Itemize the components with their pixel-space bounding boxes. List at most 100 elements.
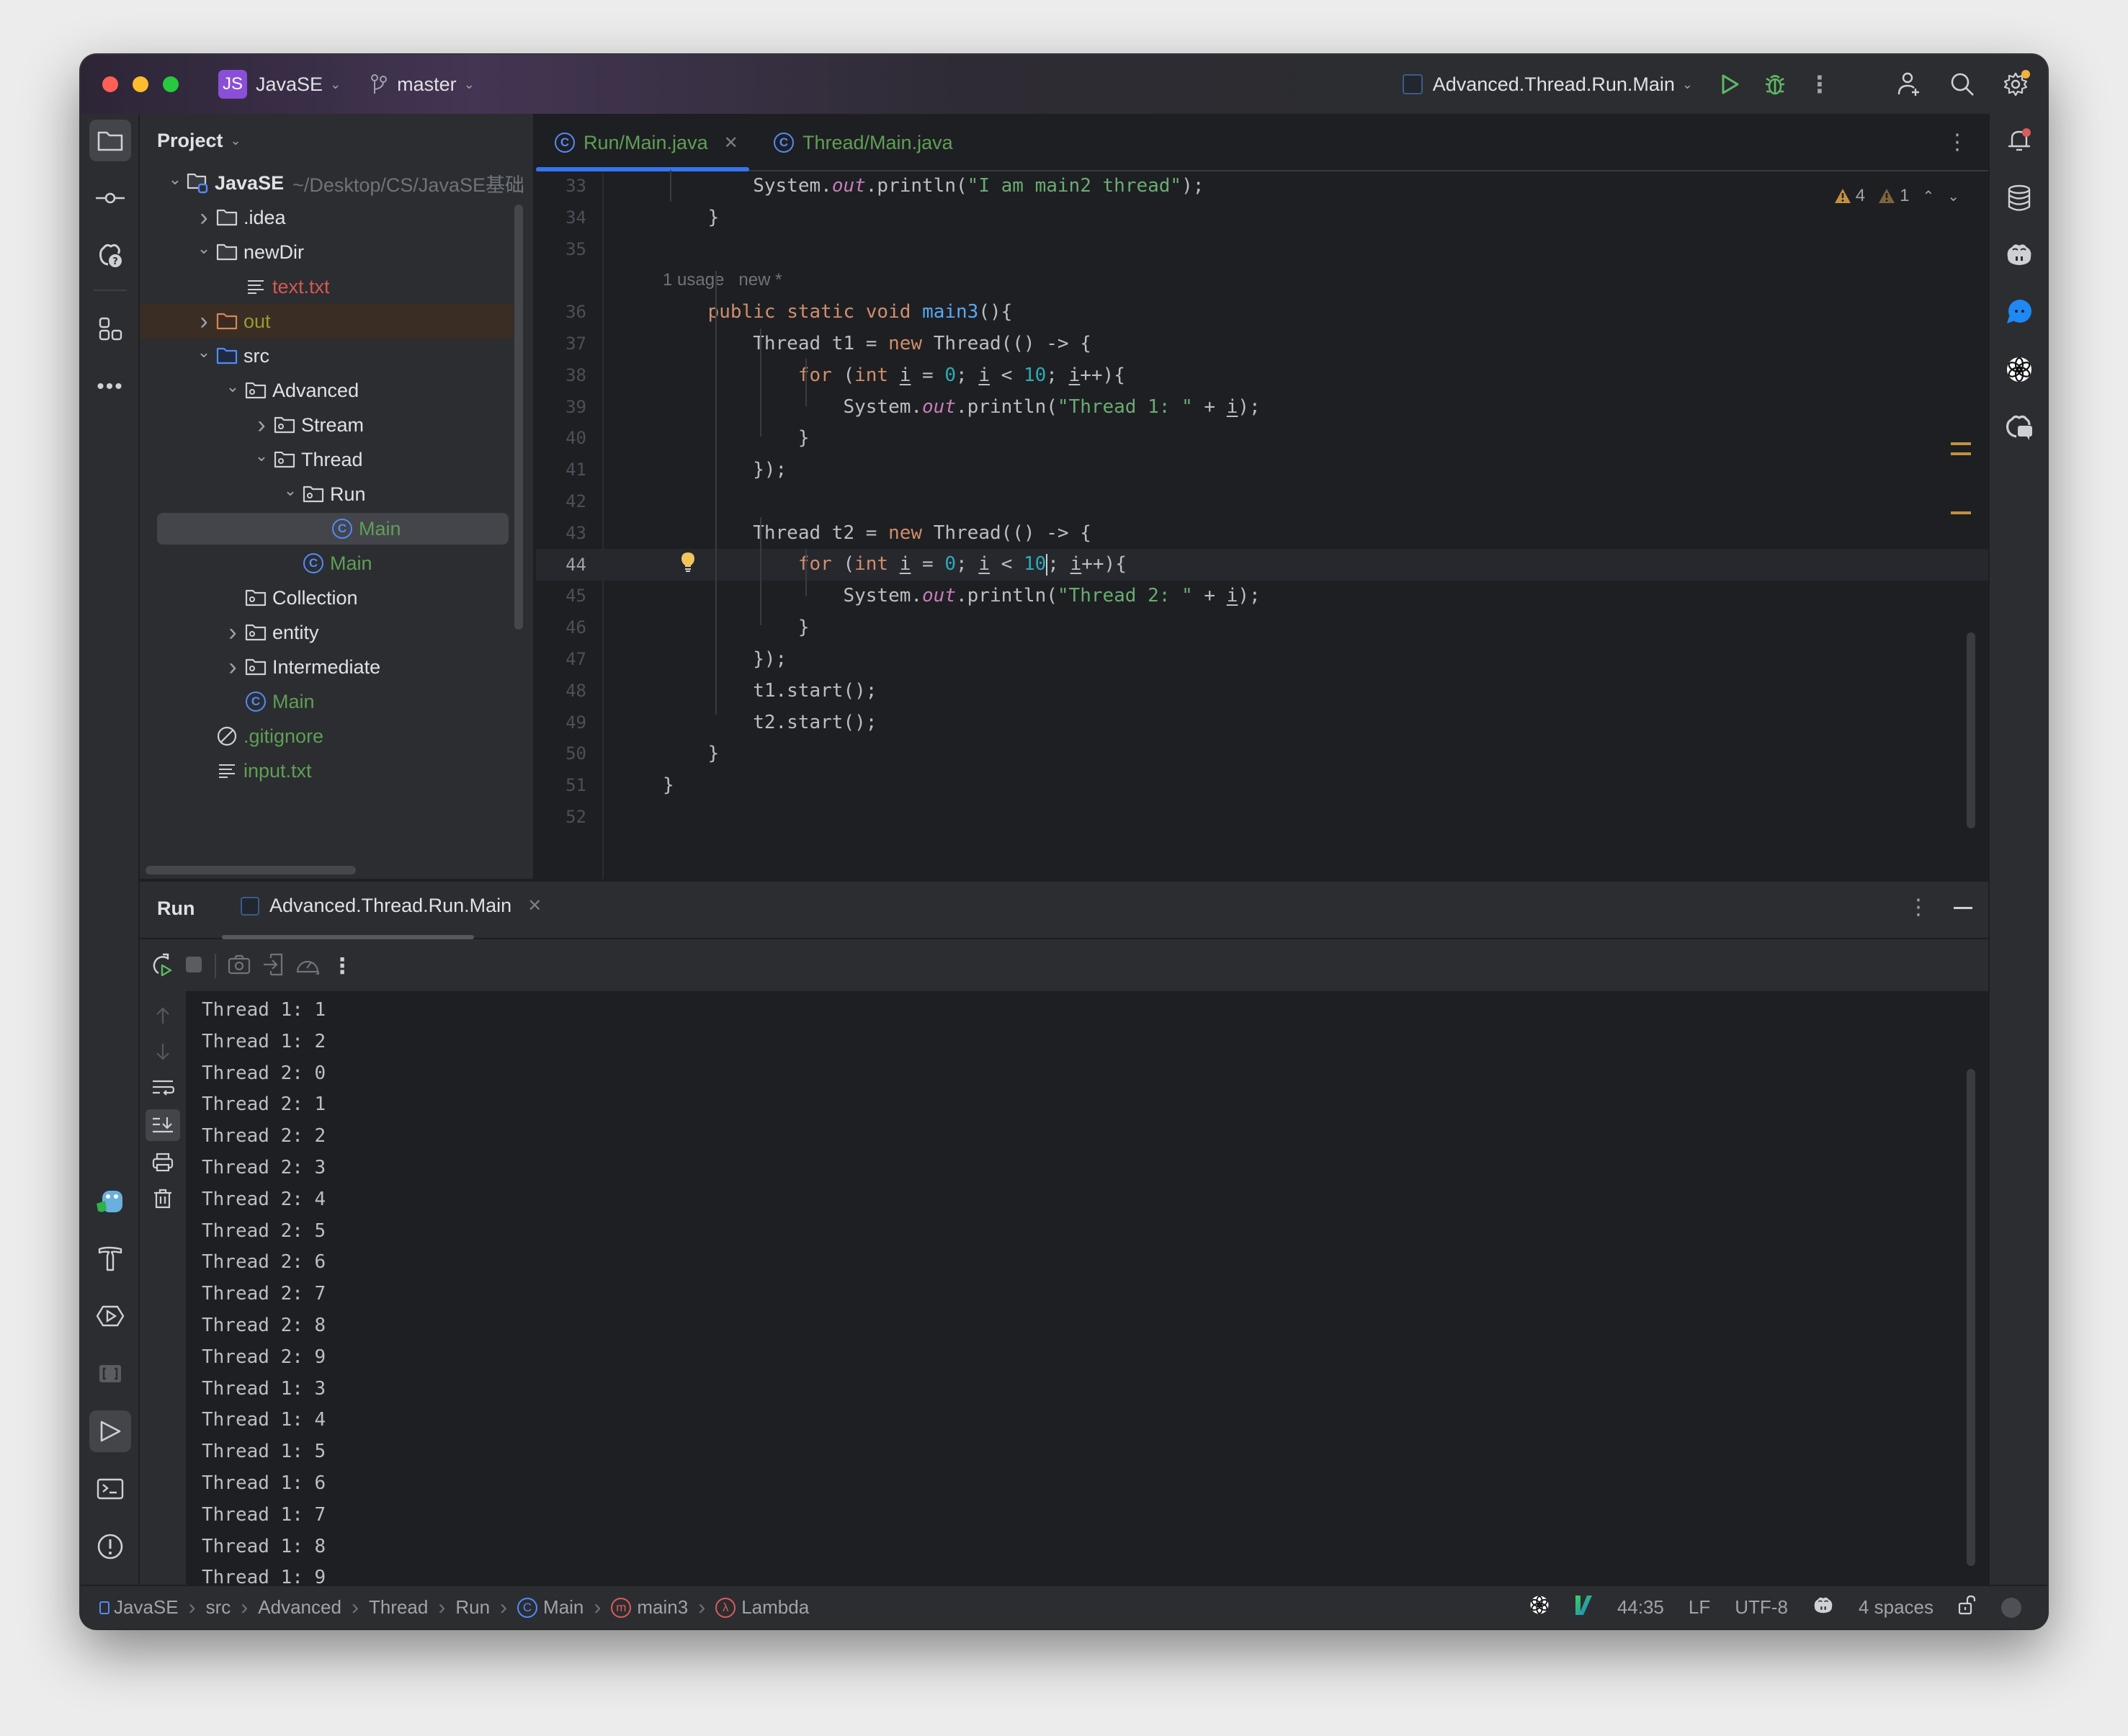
chevron-down-icon[interactable]: ⌄ (164, 170, 186, 189)
breadcrumb-item[interactable]: Run (455, 1596, 490, 1619)
indent-settings[interactable]: 4 spaces (1859, 1596, 1933, 1619)
build-tool-button[interactable] (89, 1238, 131, 1279)
project-tree-item[interactable]: input.txt (140, 753, 533, 788)
project-tree-item[interactable]: .gitignore (140, 719, 533, 753)
soft-wrap-button[interactable] (146, 1072, 180, 1104)
scroll-down-button[interactable] (146, 1036, 180, 1068)
code-line[interactable]: 38 for (int i = 0; i < 10; i++){ (536, 359, 1988, 391)
scroll-to-end-button[interactable] (146, 1109, 180, 1141)
code-line[interactable]: 52 (536, 801, 1988, 833)
line-number[interactable]: 34 (536, 207, 586, 228)
endpoints-tool-button[interactable] (89, 1353, 131, 1395)
code-line[interactable]: 51} (536, 769, 1988, 801)
code-line[interactable]: 39 System.out.println("Thread 1: " + i); (536, 391, 1988, 423)
line-number[interactable]: 44 (536, 555, 586, 575)
code-line[interactable]: 48 t1.start(); (536, 675, 1988, 707)
console-vertical-scrollbar[interactable] (1967, 1069, 1975, 1566)
line-number[interactable]: 36 (536, 302, 586, 322)
usages-inlay-hint[interactable]: 1 usage new * (663, 270, 782, 290)
project-tree-item[interactable]: › Intermediate (140, 650, 533, 684)
tab-thread-main-java[interactable]: C Thread/Main.java (774, 114, 953, 171)
line-separator[interactable]: LF (1689, 1596, 1710, 1619)
terminal-tool-button[interactable] (89, 1468, 131, 1510)
line-number[interactable]: 40 (536, 428, 586, 448)
project-tree-item[interactable]: text.txt (140, 269, 533, 304)
project-tree-item[interactable]: ⌄ Run (140, 477, 533, 511)
branch-switcher[interactable]: master ⌄ (341, 73, 475, 96)
openai-tool-button[interactable] (1998, 349, 2040, 390)
rerun-button[interactable] (148, 952, 173, 980)
code-line[interactable]: 42 (536, 486, 1988, 517)
copilot-help-tool-button[interactable]: ? (89, 233, 131, 275)
add-user-button[interactable] (1893, 68, 1925, 100)
project-tool-button[interactable] (89, 120, 131, 161)
code-line[interactable]: 34 } (536, 202, 1988, 233)
project-tree-item[interactable]: C Main (140, 511, 533, 546)
project-tree-item[interactable]: ⌄ newDir (140, 235, 533, 269)
zoom-window-button[interactable] (163, 76, 179, 92)
project-tree-item[interactable]: C Main (140, 684, 533, 719)
line-number[interactable]: 41 (536, 460, 586, 480)
profiler-button[interactable] (295, 953, 320, 980)
error-stripe-marker[interactable] (1951, 442, 1971, 445)
console-output[interactable]: Thread 1: 1 Thread 1: 2 Thread 2: 0 Thread … (186, 991, 1988, 1586)
breadcrumb-item[interactable]: λ Lambda (715, 1596, 809, 1619)
golang-gopher-tool-button[interactable] (89, 1180, 131, 1222)
project-tree-item[interactable]: › .idea (140, 200, 533, 235)
code-line[interactable]: 36 public static void main3(){ (536, 296, 1988, 328)
file-encoding[interactable]: UTF-8 (1735, 1596, 1788, 1619)
breadcrumb-item[interactable]: m main3 (611, 1596, 688, 1619)
project-tree-item[interactable]: › Stream (140, 408, 533, 442)
breadcrumb-item[interactable]: Advanced (258, 1596, 341, 1619)
memory-indicator[interactable] (2001, 1597, 2021, 1618)
error-stripe-marker[interactable] (1951, 511, 1971, 514)
openai-status-widget[interactable] (1529, 1595, 1550, 1620)
line-number[interactable]: 42 (536, 491, 586, 511)
chevron-down-icon[interactable]: ⌄ (193, 239, 215, 258)
chevron-right-icon[interactable]: › (193, 204, 215, 232)
search-everywhere-button[interactable] (1946, 68, 1978, 100)
code-line[interactable]: 41 }); (536, 454, 1988, 486)
read-only-toggle[interactable] (1958, 1595, 1977, 1620)
scroll-up-button[interactable] (146, 1000, 180, 1032)
minimize-window-button[interactable] (133, 76, 148, 92)
database-tool-button[interactable] (1998, 177, 2040, 219)
chevron-right-icon[interactable]: › (251, 411, 272, 439)
project-tree-item[interactable]: C Main (140, 546, 533, 581)
editor-vertical-scrollbar[interactable] (1967, 632, 1975, 828)
project-tree-item[interactable]: › out (140, 304, 513, 339)
line-number[interactable]: 48 (536, 681, 586, 701)
project-view-selector[interactable]: Project ⌄ (157, 130, 241, 152)
dump-threads-button[interactable] (228, 954, 251, 979)
more-tools-button[interactable]: ••• (89, 366, 131, 408)
project-tree-item[interactable]: Collection (140, 581, 533, 615)
chevron-down-icon[interactable]: ⌄ (251, 447, 272, 465)
chevron-down-icon[interactable]: ⌄ (193, 343, 215, 362)
project-tree-item[interactable]: ⌄ Thread (140, 442, 533, 477)
stop-button[interactable] (184, 955, 203, 977)
chevron-down-icon[interactable]: ⌄ (222, 377, 243, 396)
clear-all-button[interactable] (146, 1183, 180, 1214)
problems-tool-button[interactable] (89, 1526, 131, 1567)
code-line[interactable]: 40 } (536, 422, 1988, 454)
line-number[interactable]: 39 (536, 397, 586, 417)
project-tree-item[interactable]: ⌄ JavaSE ~/Desktop/CS/JavaSE基础 (140, 166, 533, 200)
line-number[interactable]: 46 (536, 617, 586, 637)
run-configuration-selector[interactable]: Advanced.Thread.Run.Main ⌄ (1402, 73, 1693, 96)
breadcrumb-item[interactable]: src (206, 1596, 231, 1619)
project-tree-vertical-scrollbar[interactable] (514, 205, 523, 630)
structure-tool-button[interactable] (89, 308, 131, 350)
debug-button[interactable] (1759, 68, 1791, 100)
line-number[interactable]: 45 (536, 586, 586, 606)
code-line[interactable]: 50 } (536, 738, 1988, 769)
run-button[interactable] (1715, 68, 1746, 100)
breadcrumb-item[interactable]: C Main (517, 1596, 584, 1619)
print-button[interactable] (146, 1147, 180, 1178)
line-number[interactable]: 37 (536, 334, 586, 354)
close-tab-icon[interactable]: ✕ (724, 133, 738, 153)
code-area[interactable]: 33 System.out.println("I am main2 thread… (536, 170, 1988, 879)
code-line[interactable]: 35 (536, 233, 1988, 265)
project-tree-horizontal-scrollbar[interactable] (146, 866, 356, 874)
error-stripe-marker[interactable] (1951, 452, 1971, 455)
line-number[interactable]: 52 (536, 807, 586, 827)
